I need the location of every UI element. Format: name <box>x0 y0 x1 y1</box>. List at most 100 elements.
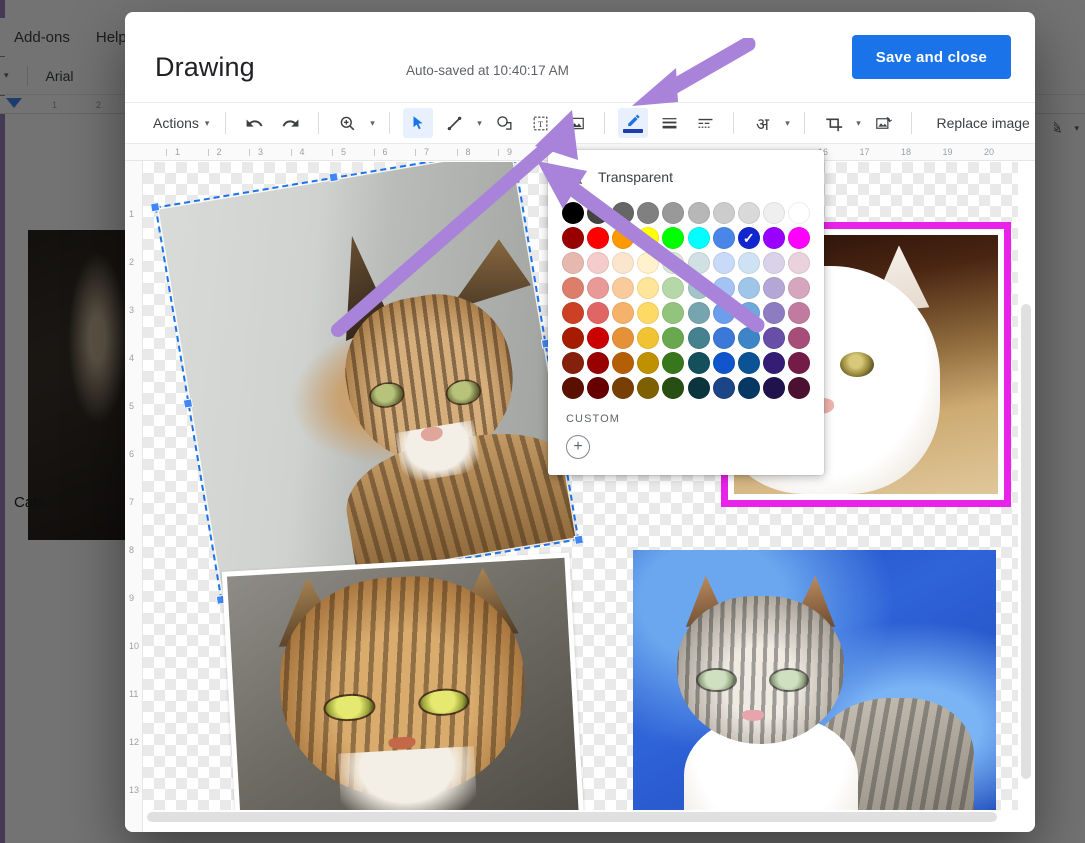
color-swatch-7-3[interactable] <box>637 377 659 399</box>
color-swatch-4-3[interactable] <box>637 302 659 324</box>
color-swatch-1-8[interactable] <box>763 227 785 249</box>
color-swatch-5-8[interactable] <box>763 327 785 349</box>
color-swatch-3-6[interactable] <box>713 277 735 299</box>
color-swatch-1-9[interactable] <box>788 227 810 249</box>
color-swatch-7-8[interactable] <box>763 377 785 399</box>
color-swatch-5-9[interactable] <box>788 327 810 349</box>
color-swatch-5-7[interactable] <box>738 327 760 349</box>
color-swatch-7-4[interactable] <box>662 377 684 399</box>
crop-dropdown-caret-icon[interactable]: ▾ <box>851 118 865 129</box>
tabby-cat-image[interactable] <box>222 552 585 810</box>
color-swatch-3-5[interactable] <box>688 277 710 299</box>
color-swatch-6-5[interactable] <box>688 352 710 374</box>
canvas-vertical-scrollbar[interactable] <box>1021 304 1031 779</box>
color-swatch-5-6[interactable] <box>713 327 735 349</box>
color-swatch-0-4[interactable] <box>662 202 684 224</box>
color-swatch-1-2[interactable] <box>612 227 634 249</box>
color-swatch-4-2[interactable] <box>612 302 634 324</box>
canvas-horizontal-scrollbar[interactable] <box>147 812 997 822</box>
color-swatch-0-5[interactable] <box>688 202 710 224</box>
color-swatch-2-3[interactable] <box>637 252 659 274</box>
color-swatch-3-3[interactable] <box>637 277 659 299</box>
resize-handle-top-left[interactable] <box>150 202 160 212</box>
vertical-ruler[interactable]: 1234567891011121314 <box>125 161 143 832</box>
color-swatch-6-3[interactable] <box>637 352 659 374</box>
color-swatch-0-7[interactable] <box>738 202 760 224</box>
color-swatch-2-8[interactable] <box>763 252 785 274</box>
color-swatch-7-6[interactable] <box>713 377 735 399</box>
color-swatch-1-4[interactable] <box>662 227 684 249</box>
image-selection-box[interactable] <box>155 162 580 600</box>
color-swatch-6-7[interactable] <box>738 352 760 374</box>
border-weight-button[interactable] <box>654 108 684 138</box>
color-swatch-grid[interactable]: ✓ <box>562 202 810 399</box>
color-swatch-4-0[interactable] <box>562 302 584 324</box>
text-language-button[interactable]: अ <box>747 108 777 138</box>
color-swatch-2-9[interactable] <box>788 252 810 274</box>
color-swatch-3-2[interactable] <box>612 277 634 299</box>
color-swatch-7-5[interactable] <box>688 377 710 399</box>
color-swatch-3-7[interactable] <box>738 277 760 299</box>
color-swatch-0-6[interactable] <box>713 202 735 224</box>
color-swatch-0-8[interactable] <box>763 202 785 224</box>
color-swatch-0-2[interactable] <box>612 202 634 224</box>
color-swatch-6-6[interactable] <box>713 352 735 374</box>
border-dash-button[interactable] <box>690 108 720 138</box>
save-and-close-button[interactable]: Save and close <box>852 35 1011 79</box>
actions-menu-button[interactable]: Actions ▾ <box>145 109 215 137</box>
border-color-button[interactable] <box>618 108 648 138</box>
blue-background-cat-image[interactable] <box>633 550 996 810</box>
select-tool-button[interactable] <box>403 108 433 138</box>
color-swatch-2-4[interactable] <box>662 252 684 274</box>
color-swatch-2-2[interactable] <box>612 252 634 274</box>
color-swatch-7-9[interactable] <box>788 377 810 399</box>
color-swatch-3-8[interactable] <box>763 277 785 299</box>
color-swatch-1-3[interactable] <box>637 227 659 249</box>
color-swatch-1-0[interactable] <box>562 227 584 249</box>
color-swatch-6-0[interactable] <box>562 352 584 374</box>
resize-handle-bottom-right[interactable] <box>574 535 584 545</box>
color-swatch-6-9[interactable] <box>788 352 810 374</box>
insert-image-button[interactable] <box>561 108 591 138</box>
color-swatch-4-4[interactable] <box>662 302 684 324</box>
replace-image-button[interactable]: Replace image <box>936 115 1029 131</box>
color-swatch-5-3[interactable] <box>637 327 659 349</box>
line-dropdown-caret-icon[interactable]: ▾ <box>472 118 486 129</box>
color-swatch-6-2[interactable] <box>612 352 634 374</box>
color-swatch-7-0[interactable] <box>562 377 584 399</box>
color-swatch-4-5[interactable] <box>688 302 710 324</box>
zoom-dropdown-caret-icon[interactable]: ▾ <box>365 118 379 129</box>
color-swatch-0-3[interactable] <box>637 202 659 224</box>
color-swatch-4-6[interactable] <box>713 302 735 324</box>
color-swatch-0-1[interactable] <box>587 202 609 224</box>
crop-button[interactable] <box>818 108 848 138</box>
color-swatch-6-8[interactable] <box>763 352 785 374</box>
color-swatch-0-9[interactable] <box>788 202 810 224</box>
shape-tool-button[interactable] <box>489 108 519 138</box>
color-swatch-1-6[interactable] <box>713 227 735 249</box>
color-swatch-3-0[interactable] <box>562 277 584 299</box>
color-swatch-7-7[interactable] <box>738 377 760 399</box>
color-swatch-3-9[interactable] <box>788 277 810 299</box>
color-swatch-2-6[interactable] <box>713 252 735 274</box>
color-swatch-6-4[interactable] <box>662 352 684 374</box>
color-swatch-5-5[interactable] <box>688 327 710 349</box>
color-swatch-4-1[interactable] <box>587 302 609 324</box>
resize-handle-middle-left[interactable] <box>183 398 193 408</box>
resize-handle-top-center[interactable] <box>328 172 338 182</box>
transparent-color-option[interactable]: Transparent <box>562 160 810 194</box>
text-box-button[interactable]: T <box>525 108 555 138</box>
color-swatch-2-1[interactable] <box>587 252 609 274</box>
color-swatch-7-2[interactable] <box>612 377 634 399</box>
color-swatch-6-1[interactable] <box>587 352 609 374</box>
color-swatch-5-0[interactable] <box>562 327 584 349</box>
color-swatch-5-2[interactable] <box>612 327 634 349</box>
undo-button[interactable] <box>239 108 269 138</box>
redo-button[interactable] <box>275 108 305 138</box>
color-swatch-4-9[interactable] <box>788 302 810 324</box>
color-swatch-3-4[interactable] <box>662 277 684 299</box>
color-swatch-1-5[interactable] <box>688 227 710 249</box>
image-options-button[interactable] <box>868 108 898 138</box>
color-swatch-3-1[interactable] <box>587 277 609 299</box>
color-swatch-4-7[interactable] <box>738 302 760 324</box>
